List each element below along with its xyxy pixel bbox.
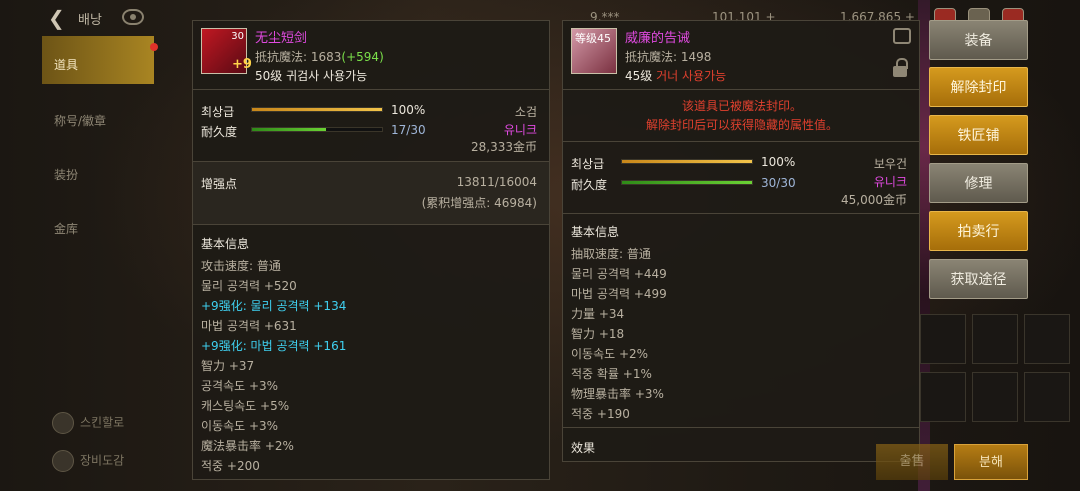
tab-vault[interactable]: 金库: [42, 200, 154, 248]
grade-percent: 100%: [391, 103, 426, 117]
lock-icon[interactable]: [893, 58, 909, 78]
codex-icon: [52, 450, 74, 472]
item-rarity: 유니크: [503, 123, 537, 137]
decompose-button[interactable]: 분해: [954, 444, 1028, 480]
enhance-value: 13811/16004: [456, 175, 537, 189]
eye-icon[interactable]: [122, 9, 144, 25]
divider: [563, 213, 919, 214]
stat-line: 캐스팅속도 +5%: [201, 399, 290, 413]
stat-line: 물리 공격력 +520: [201, 279, 297, 293]
repair-button[interactable]: 修理: [929, 163, 1028, 203]
enhance-section: [193, 162, 549, 224]
stat-line: 攻击速度: 普通: [201, 259, 281, 273]
divider: [563, 427, 919, 428]
item-tooltip-right: 等级45 威廉的告诫 抵抗魔法: 1498 45级 거너 사용가능 该道具已被魔…: [562, 20, 920, 462]
stat-line: 적중 확률 +1%: [571, 367, 652, 381]
divider: [193, 89, 549, 90]
back-arrow-icon[interactable]: ❮: [48, 7, 70, 29]
inventory-slot[interactable]: [1024, 314, 1070, 364]
stat-line: +9强化: 물리 공격력 +134: [201, 299, 347, 313]
sell-button[interactable]: 출售: [876, 444, 948, 480]
stat-line: 적중 +200: [201, 459, 260, 473]
inventory-slot[interactable]: [920, 314, 966, 364]
seal-message: 该道具已被魔法封印。: [681, 99, 802, 113]
stat-line: 抽取速度: 普通: [571, 247, 651, 261]
stat-line: 마법 공격력 +499: [571, 287, 667, 301]
inventory-slot[interactable]: [972, 314, 1018, 364]
item-type: 소검: [514, 105, 537, 119]
stat-line: 이동속도 +2%: [571, 347, 649, 361]
stat-line: 力量 +34: [571, 307, 625, 321]
basic-info-label: 基本信息: [201, 237, 250, 251]
durability-value: 17/30: [391, 123, 426, 137]
divider: [563, 141, 919, 142]
divider: [193, 224, 549, 225]
item-price: 28,333金币: [471, 140, 537, 154]
divider: [563, 89, 919, 90]
stat-line: 공격속도 +3%: [201, 379, 279, 393]
enhance-label: 增强点: [201, 177, 238, 191]
dagger-icon: 30 +9: [201, 28, 252, 74]
enhance-total: (累积增强点: 46984): [421, 196, 537, 210]
equipment-codex-button[interactable]: 장비도감: [52, 450, 124, 472]
item-rarity: 유니크: [873, 175, 907, 189]
equip-button[interactable]: 装备: [929, 20, 1028, 60]
stat-line: 智力 +18: [571, 327, 625, 341]
auction-button[interactable]: 拍卖行: [929, 211, 1028, 251]
stat-line: 이동속도 +3%: [201, 419, 279, 433]
grade-percent: 100%: [761, 155, 796, 169]
blacksmith-button[interactable]: 铁匠铺: [929, 115, 1028, 155]
item-name: 无尘短剑: [255, 31, 308, 46]
item-tooltip-left: 30 +9 无尘短剑 抵抗魔法: 1683(+594) 50级 귀검사 사용가능…: [192, 20, 550, 480]
stat-line: 물리 공격력 +449: [571, 267, 667, 281]
share-icon[interactable]: [893, 28, 911, 44]
unseal-button[interactable]: 解除封印: [929, 67, 1028, 107]
effect-label: 效果: [571, 441, 596, 455]
obtain-source-button[interactable]: 获取途径: [929, 259, 1028, 299]
inventory-slot[interactable]: [1024, 372, 1070, 422]
grade-label: 최상급: [201, 105, 235, 119]
inventory-slot[interactable]: [972, 372, 1018, 422]
durability-value: 30/30: [761, 176, 796, 190]
bowgun-icon: 等级45: [571, 28, 617, 74]
grade-label: 최상급: [571, 157, 605, 171]
requirement: 50级 귀검사 사용가능: [255, 69, 368, 83]
stat-line: 마법 공격력 +631: [201, 319, 297, 333]
stat-line: 魔法暴击率 +2%: [201, 439, 294, 453]
tab-items[interactable]: 道具: [42, 36, 154, 84]
inventory-slot[interactable]: [920, 372, 966, 422]
seal-hint: 解除封印后可以获得隐藏的属性值。: [645, 118, 838, 132]
skin-halo-button[interactable]: 스킨할로: [52, 412, 124, 434]
item-price: 45,000金币: [841, 193, 907, 207]
item-name: 威廉的告诫: [625, 31, 691, 46]
basic-info-label: 基本信息: [571, 225, 620, 239]
durability-bar: [621, 180, 753, 185]
halo-icon: [52, 412, 74, 434]
grade-bar: [251, 107, 383, 112]
notification-dot: [150, 43, 158, 51]
durability-label: 耐久度: [201, 125, 238, 139]
inventory-title: 배낭: [78, 13, 102, 28]
durability-label: 耐久度: [571, 178, 608, 192]
tab-titles[interactable]: 称号/徽章: [42, 92, 154, 140]
durability-bar: [251, 127, 383, 132]
requirement: 45级 거너 사용가능: [625, 69, 727, 83]
item-type: 보우건: [873, 157, 907, 171]
stat-line: 物理暴击率 +3%: [571, 387, 664, 401]
stat-line: +9强化: 마법 공격력 +161: [201, 339, 347, 353]
magic-resist: 抵抗魔法: 1683(+594): [255, 50, 384, 64]
tab-avatar[interactable]: 装扮: [42, 146, 154, 194]
stat-line: 적중 +190: [571, 407, 630, 421]
magic-resist: 抵抗魔法: 1498: [625, 50, 712, 64]
inventory-tabs: 道具 称号/徽章 装扮 金库: [42, 36, 154, 336]
stat-line: 智力 +37: [201, 359, 255, 373]
grade-bar: [621, 159, 753, 164]
